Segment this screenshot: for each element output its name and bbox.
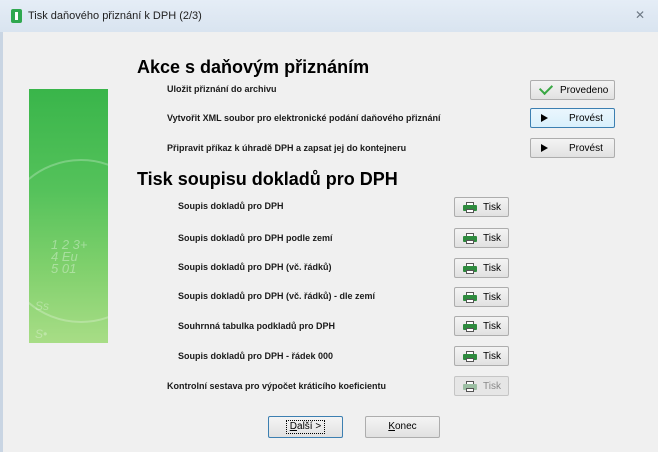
printer-icon <box>463 292 477 303</box>
window-title: Tisk daňového přiznání k DPH (2/3) <box>28 10 202 22</box>
print-button-1[interactable]: Tisk <box>454 197 509 217</box>
next-button[interactable]: Další > <box>268 416 343 438</box>
row-label-save-archive: Uložit přiznání do archivu <box>167 84 277 94</box>
app-icon <box>11 9 22 23</box>
end-button[interactable]: Konec <box>365 416 440 438</box>
play-icon <box>541 114 548 122</box>
row-label-create-xml: Vytvořit XML soubor pro elektronické pod… <box>167 113 441 123</box>
print-button-2[interactable]: Tisk <box>454 228 509 248</box>
window-border <box>0 32 3 452</box>
row-label-print-5: Souhrnná tabulka podkladů pro DPH <box>178 321 336 331</box>
check-icon <box>538 80 554 96</box>
row-label-print-1: Soupis dokladů pro DPH <box>178 201 284 211</box>
provedeno-button[interactable]: Provedeno <box>530 80 615 100</box>
row-label-print-7: Kontrolní sestava pro výpočet kráticího … <box>167 381 387 391</box>
title-bar: Tisk daňového přiznání k DPH (2/3) ✕ <box>0 0 658 33</box>
row-label-print-3: Soupis dokladů pro DPH (vč. řádků) <box>178 262 332 272</box>
printer-icon <box>463 233 477 244</box>
section-heading-print: Tisk soupisu dokladů pro DPH <box>137 169 398 189</box>
print-button-7[interactable]: Tisk <box>454 376 509 396</box>
play-icon <box>541 144 548 152</box>
row-label-print-6: Soupis dokladů pro DPH - řádek 000 <box>178 351 334 361</box>
dialog-window: Tisk daňového přiznání k DPH (2/3) ✕ 1 2… <box>0 0 658 452</box>
print-button-4[interactable]: Tisk <box>454 287 509 307</box>
create-xml-button[interactable]: Provést <box>530 108 615 128</box>
printer-icon <box>463 351 477 362</box>
printer-icon <box>463 381 477 392</box>
row-label-print-4: Soupis dokladů pro DPH (vč. řádků) - dle… <box>178 291 376 301</box>
printer-icon <box>463 321 477 332</box>
row-label-print-2: Soupis dokladů pro DPH podle zemí <box>178 233 333 243</box>
side-image-text: 1 2 3+ 4 Eu 5 01 <box>51 237 88 276</box>
print-button-6[interactable]: Tisk <box>454 346 509 366</box>
print-button-5[interactable]: Tisk <box>454 316 509 336</box>
row-label-payment-order: Připravit příkaz k úhradě DPH a zapsat j… <box>167 143 407 153</box>
payment-order-button[interactable]: Provést <box>530 138 615 158</box>
side-image-text-2: Ss S• <box>35 299 50 341</box>
printer-icon <box>463 263 477 274</box>
side-decoration-image: 1 2 3+ 4 Eu 5 01 Ss S• <box>29 89 108 343</box>
print-button-3[interactable]: Tisk <box>454 258 509 278</box>
close-icon[interactable]: ✕ <box>632 8 648 22</box>
printer-icon <box>463 202 477 213</box>
section-heading-actions: Akce s daňovým přiznáním <box>137 57 370 77</box>
